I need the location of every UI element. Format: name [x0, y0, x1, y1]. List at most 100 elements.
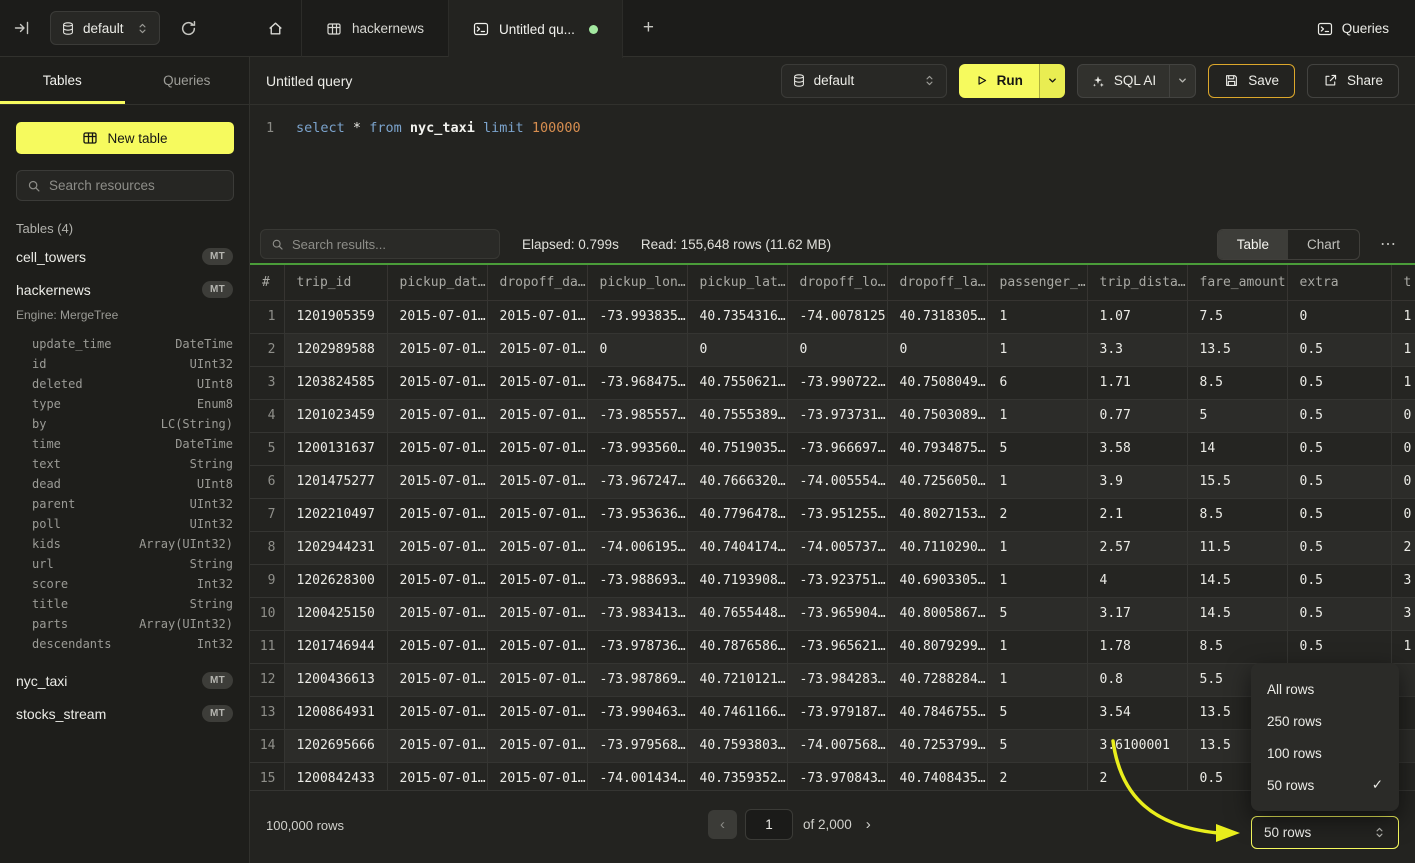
cell[interactable]: -73.988693…	[587, 564, 687, 597]
cell[interactable]: 1	[987, 333, 1087, 366]
cell[interactable]: 40.7359352…	[687, 762, 787, 790]
cell[interactable]: 40.8079299…	[887, 630, 987, 663]
cell[interactable]: 2015-07-01…	[487, 432, 587, 465]
new-table-button[interactable]: New table	[16, 122, 234, 154]
menu-item-250-rows[interactable]: 250 rows	[1251, 705, 1399, 737]
cell[interactable]: 2	[1087, 762, 1187, 790]
sql-code[interactable]: select * from nyc_taxi limit 100000	[296, 120, 581, 225]
table-row[interactable]: 7 1202210497 2015-07-01… 2015-07-01… -73…	[250, 498, 1415, 531]
cell[interactable]: 0	[587, 333, 687, 366]
run-button[interactable]: Run	[959, 64, 1065, 98]
cell[interactable]: 2015-07-01…	[487, 597, 587, 630]
column-header[interactable]: dropoff_la…	[887, 265, 987, 300]
cell[interactable]: 2015-07-01…	[387, 399, 487, 432]
cell[interactable]: 0.5	[1287, 399, 1391, 432]
cell[interactable]: 1	[987, 630, 1087, 663]
page-number-input[interactable]	[745, 809, 793, 840]
cell[interactable]: -73.993560…	[587, 432, 687, 465]
cell[interactable]: -73.985557…	[587, 399, 687, 432]
table-row[interactable]: 12 1200436613 2015-07-01… 2015-07-01… -7…	[250, 663, 1415, 696]
cell[interactable]: 40.8005867…	[887, 597, 987, 630]
cell[interactable]: -74.005554…	[787, 465, 887, 498]
cell[interactable]: 2015-07-01…	[387, 498, 487, 531]
tab-home[interactable]	[250, 0, 302, 57]
cell[interactable]: 0.8	[1087, 663, 1187, 696]
cell[interactable]: -73.965904…	[787, 597, 887, 630]
column-header[interactable]: fare_amount	[1187, 265, 1287, 300]
column-header[interactable]: extra	[1287, 265, 1391, 300]
cell[interactable]: 2015-07-01…	[487, 663, 587, 696]
tab-untitled-query[interactable]: Untitled qu...	[449, 0, 623, 58]
cell[interactable]: 3.17	[1087, 597, 1187, 630]
cell[interactable]: -73.951255…	[787, 498, 887, 531]
refresh-icon[interactable]	[180, 20, 197, 37]
cell[interactable]: 40.7593803…	[687, 729, 787, 762]
cell[interactable]: 40.7655448…	[687, 597, 787, 630]
cell[interactable]: 2015-07-01…	[487, 762, 587, 790]
cell[interactable]: 40.7408435…	[887, 762, 987, 790]
cell[interactable]: 2015-07-01…	[387, 432, 487, 465]
column-header[interactable]: pickup_lon…	[587, 265, 687, 300]
share-button[interactable]: Share	[1307, 64, 1399, 98]
cell[interactable]: 3	[1391, 597, 1415, 630]
menu-item-all-rows[interactable]: All rows	[1251, 673, 1399, 705]
cell[interactable]: 5	[987, 696, 1087, 729]
sidebar-item-cell-towers[interactable]: cell_towers MT	[0, 240, 249, 273]
cell[interactable]: 0	[1391, 465, 1415, 498]
column-header[interactable]: trip_id	[284, 265, 387, 300]
cell[interactable]: 2015-07-01…	[487, 729, 587, 762]
cell[interactable]: 40.7354316…	[687, 300, 787, 333]
table-row[interactable]: 4 1201023459 2015-07-01… 2015-07-01… -73…	[250, 399, 1415, 432]
cell[interactable]: -73.970843…	[787, 762, 887, 790]
column-header[interactable]: passenger_…	[987, 265, 1087, 300]
cell[interactable]: 5	[987, 597, 1087, 630]
queries-button[interactable]: Queries	[1317, 0, 1389, 57]
new-tab-button[interactable]: +	[623, 0, 674, 56]
cell[interactable]: 1202695666	[284, 729, 387, 762]
cell[interactable]: 8.5	[1187, 366, 1287, 399]
cell[interactable]: 4	[1087, 564, 1187, 597]
cell[interactable]: 3.6100001	[1087, 729, 1187, 762]
cell[interactable]: 2015-07-01…	[487, 498, 587, 531]
cell[interactable]: -73.953636…	[587, 498, 687, 531]
cell[interactable]: 40.8027153…	[887, 498, 987, 531]
cell[interactable]: -73.978736…	[587, 630, 687, 663]
cell[interactable]: 40.7508049…	[887, 366, 987, 399]
cell[interactable]: 1200425150	[284, 597, 387, 630]
cell[interactable]: 2.1	[1087, 498, 1187, 531]
cell[interactable]: 2015-07-01…	[387, 597, 487, 630]
cell[interactable]: 2015-07-01…	[387, 729, 487, 762]
run-options-caret[interactable]	[1039, 64, 1065, 98]
cell[interactable]: 15.5	[1187, 465, 1287, 498]
cell[interactable]: 2.57	[1087, 531, 1187, 564]
table-row[interactable]: 2 1202989588 2015-07-01… 2015-07-01… 0 0…	[250, 333, 1415, 366]
cell[interactable]: 3.3	[1087, 333, 1187, 366]
cell[interactable]: 0	[1391, 432, 1415, 465]
cell[interactable]: 2015-07-01…	[487, 531, 587, 564]
cell[interactable]: 2015-07-01…	[487, 465, 587, 498]
cell[interactable]: 11.5	[1187, 531, 1287, 564]
cell[interactable]: 0.5	[1287, 333, 1391, 366]
sidebar-item-hackernews[interactable]: hackernews MT	[0, 273, 249, 306]
cell[interactable]: -73.993835…	[587, 300, 687, 333]
cell[interactable]: 1201475277	[284, 465, 387, 498]
table-row[interactable]: 14 1202695666 2015-07-01… 2015-07-01… -7…	[250, 729, 1415, 762]
column-header[interactable]: pickup_dat…	[387, 265, 487, 300]
table-row[interactable]: 3 1203824585 2015-07-01… 2015-07-01… -73…	[250, 366, 1415, 399]
sql-editor[interactable]: 1 select * from nyc_taxi limit 100000	[250, 105, 1415, 225]
tab-hackernews[interactable]: hackernews	[302, 0, 449, 57]
results-table-wrap[interactable]: #trip_idpickup_dat…dropoff_da…pickup_lon…	[250, 265, 1415, 790]
cell[interactable]: 1	[987, 564, 1087, 597]
cell[interactable]: 2015-07-01…	[487, 333, 587, 366]
cell[interactable]: 3.54	[1087, 696, 1187, 729]
table-row[interactable]: 8 1202944231 2015-07-01… 2015-07-01… -74…	[250, 531, 1415, 564]
cell[interactable]: -73.990722…	[787, 366, 887, 399]
cell[interactable]: 2015-07-01…	[387, 630, 487, 663]
cell[interactable]: 40.6903305…	[887, 564, 987, 597]
cell[interactable]: -73.968475…	[587, 366, 687, 399]
cell[interactable]: 40.7288284…	[887, 663, 987, 696]
cell[interactable]: 2015-07-01…	[387, 531, 487, 564]
cell[interactable]: 1202989588	[284, 333, 387, 366]
cell[interactable]: 7.5	[1187, 300, 1287, 333]
cell[interactable]: 13.5	[1187, 333, 1287, 366]
